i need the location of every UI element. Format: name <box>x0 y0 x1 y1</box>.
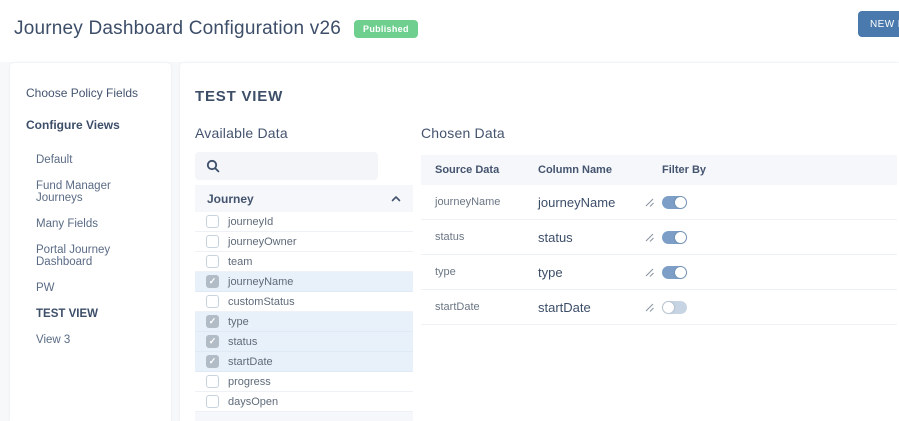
new-draft-button[interactable]: NEW DR <box>858 11 899 37</box>
list-item[interactable]: daysOpen <box>195 392 413 412</box>
sidebar-item-many-fields[interactable]: Many Fields <box>10 211 171 237</box>
list-item[interactable]: journeyOwner <box>195 232 413 252</box>
available-data-title: Available Data <box>195 125 288 141</box>
source-data-cell: startDate <box>435 301 480 313</box>
search-icon <box>206 159 220 173</box>
checkbox[interactable] <box>206 295 219 308</box>
available-fields-list: journeyId journeyOwner team journeyName … <box>195 212 413 412</box>
checkbox-label: journeyName <box>228 275 294 288</box>
checkbox-label: team <box>228 255 253 268</box>
checkbox[interactable] <box>206 375 219 388</box>
top-header: Journey Dashboard Configuration v26 Publ… <box>0 0 899 62</box>
source-data-cell: journeyName <box>435 196 501 208</box>
checkbox[interactable] <box>206 315 219 328</box>
list-item[interactable]: startDate <box>195 352 413 372</box>
list-item[interactable]: status <box>195 332 413 352</box>
toggle-knob <box>675 196 686 208</box>
page-title: Journey Dashboard Configuration v26 <box>14 18 342 39</box>
checkbox-label: type <box>228 315 249 328</box>
column-header-filter-by: Filter By <box>662 164 707 176</box>
toggle-knob <box>675 266 686 278</box>
sidebar-views-list: Default Fund Manager Journeys Many Field… <box>10 141 171 353</box>
checkbox-label: startDate <box>228 355 273 368</box>
checkbox[interactable] <box>206 215 219 228</box>
column-name-field[interactable]: type <box>538 265 644 280</box>
main-panel: TEST VIEW Available Data Journey journey… <box>180 63 899 421</box>
checkbox-label: status <box>228 335 258 348</box>
filter-by-toggle[interactable] <box>662 300 687 314</box>
resize-handle-icon[interactable] <box>644 197 655 208</box>
checkbox-label: journeyId <box>228 215 274 228</box>
column-name-field[interactable]: status <box>538 230 644 245</box>
chosen-data-title: Chosen Data <box>421 125 505 141</box>
table-header-row: Source Data Column Name Filter By <box>421 155 897 185</box>
checkbox[interactable] <box>206 255 219 268</box>
table-row: type type <box>421 255 897 290</box>
source-data-cell: status <box>435 231 465 243</box>
checkbox[interactable] <box>206 335 219 348</box>
checkbox[interactable] <box>206 395 219 408</box>
list-item[interactable]: team <box>195 252 413 272</box>
view-title: TEST VIEW <box>195 88 284 105</box>
group-label: Journey <box>207 191 254 206</box>
sidebar-item-choose-policy-fields[interactable]: Choose Policy Fields <box>10 77 171 109</box>
checkbox-label: journeyOwner <box>228 235 297 248</box>
table-row: journeyName journeyName <box>421 185 897 220</box>
column-header-source-data: Source Data <box>435 164 500 176</box>
sidebar-item-portal-journey-dashboard[interactable]: Portal Journey Dashboard <box>10 237 171 275</box>
next-group-header-partial[interactable] <box>195 412 413 421</box>
checkbox-label: daysOpen <box>228 395 279 408</box>
checkbox-label: progress <box>228 375 271 388</box>
list-item[interactable]: journeyName <box>195 272 413 292</box>
resize-handle-icon[interactable] <box>644 302 655 313</box>
filter-by-toggle[interactable] <box>662 195 687 209</box>
chosen-data-table: Source Data Column Name Filter By journe… <box>421 155 897 325</box>
sidebar-item-configure-views[interactable]: Configure Views <box>10 109 171 141</box>
checkbox[interactable] <box>206 235 219 248</box>
toggle-knob <box>663 301 674 313</box>
data-group-journey[interactable]: Journey <box>195 185 413 212</box>
list-item[interactable]: type <box>195 312 413 332</box>
list-item[interactable]: progress <box>195 372 413 392</box>
sidebar-item-default[interactable]: Default <box>10 147 171 173</box>
table-row: startDate startDate <box>421 290 897 325</box>
filter-by-toggle[interactable] <box>662 265 687 279</box>
sidebar-item-pw[interactable]: PW <box>10 275 171 301</box>
column-name-field[interactable]: startDate <box>538 300 644 315</box>
toggle-knob <box>675 231 686 243</box>
source-data-cell: type <box>435 266 456 278</box>
table-row: status status <box>421 220 897 255</box>
column-header-column-name: Column Name <box>538 164 612 176</box>
sidebar-item-view-3[interactable]: View 3 <box>10 327 171 353</box>
list-item[interactable]: journeyId <box>195 212 413 232</box>
checkbox[interactable] <box>206 275 219 288</box>
resize-handle-icon[interactable] <box>644 232 655 243</box>
checkbox[interactable] <box>206 355 219 368</box>
search-input[interactable] <box>220 152 383 180</box>
sidebar-item-fund-manager-journeys[interactable]: Fund Manager Journeys <box>10 173 171 211</box>
sidebar-item-test-view[interactable]: TEST VIEW <box>10 301 171 327</box>
chevron-up-icon[interactable] <box>391 195 401 202</box>
search-box[interactable] <box>195 152 383 180</box>
status-badge: Published <box>354 20 418 38</box>
column-name-field[interactable]: journeyName <box>538 195 644 210</box>
resize-handle-icon[interactable] <box>644 267 655 278</box>
list-item[interactable]: customStatus <box>195 292 413 312</box>
sidebar: Choose Policy Fields Configure Views Def… <box>10 63 171 421</box>
filter-by-toggle[interactable] <box>662 230 687 244</box>
checkbox-label: customStatus <box>228 295 295 308</box>
